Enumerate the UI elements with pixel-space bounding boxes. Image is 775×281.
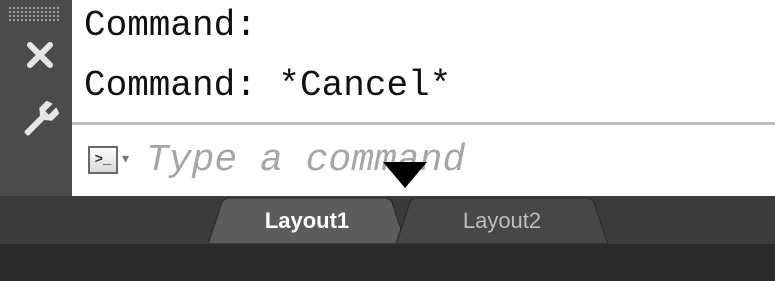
customize-button[interactable] bbox=[18, 98, 62, 142]
recent-commands-dropdown-icon[interactable]: ▾ bbox=[122, 150, 129, 167]
history-line: Command: bbox=[84, 5, 257, 46]
layout-tab-bar: Layout1 Layout2 bbox=[0, 196, 775, 244]
wrench-icon bbox=[24, 100, 60, 136]
grip-handle[interactable] bbox=[8, 6, 60, 22]
tab-layout2[interactable]: Layout2 bbox=[396, 198, 608, 244]
tab-label: Layout2 bbox=[462, 208, 542, 233]
command-input[interactable] bbox=[138, 133, 774, 187]
tab-layout1[interactable]: Layout1 bbox=[208, 198, 406, 244]
command-line-palette-strip bbox=[0, 0, 73, 196]
tab-label: Layout1 bbox=[264, 208, 350, 233]
history-line: Command: *Cancel* bbox=[84, 65, 452, 106]
command-prompt-icon[interactable]: >_ bbox=[88, 146, 118, 174]
close-command-line-button[interactable] bbox=[20, 34, 60, 74]
cursor-icon bbox=[383, 162, 427, 188]
status-bar-area bbox=[0, 244, 775, 281]
command-history: Command: Command: *Cancel* bbox=[72, 0, 775, 122]
close-icon bbox=[27, 42, 53, 68]
